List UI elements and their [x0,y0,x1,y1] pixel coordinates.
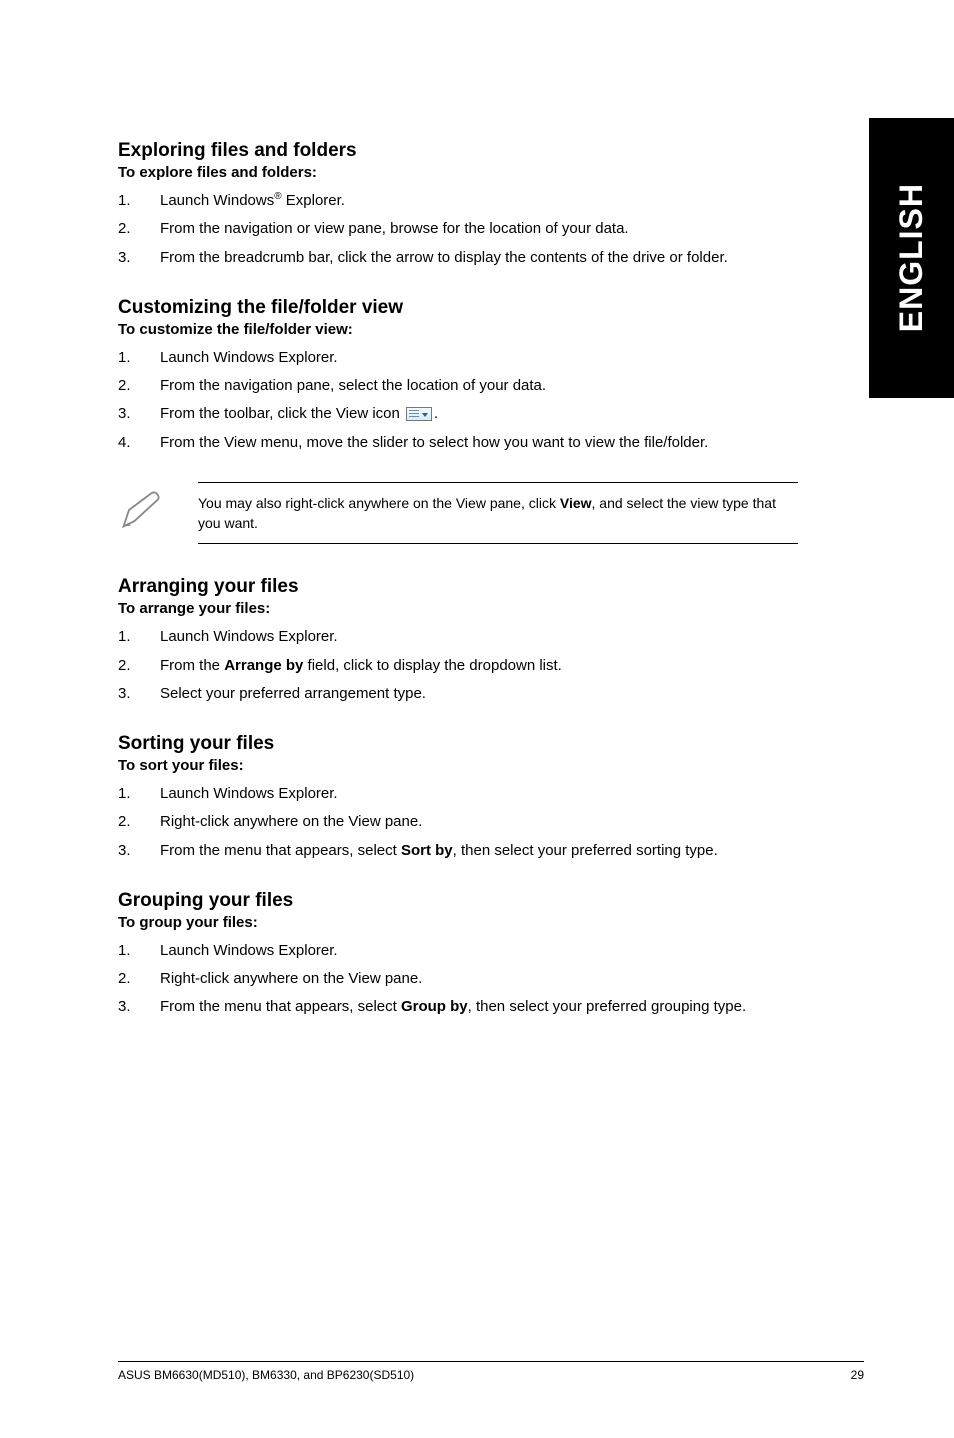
list-number: 2. [118,374,160,397]
list-text: From the toolbar, click the View icon . [160,402,798,425]
list-number: 3. [118,839,160,862]
list-text: From the menu that appears, select Sort … [160,839,798,862]
page-footer: ASUS BM6630(MD510), BM6330, and BP6230(S… [118,1361,864,1382]
pencil-icon [118,482,198,537]
section-grouping: Grouping your files To group your files:… [118,890,798,1019]
heading-customizing: Customizing the file/folder view [118,297,798,319]
footer-left: ASUS BM6630(MD510), BM6330, and BP6230(S… [118,1368,414,1382]
heading-exploring: Exploring files and folders [118,140,798,162]
list-text: From the navigation or view pane, browse… [160,217,798,240]
list-number: 1. [118,939,160,962]
list-text: From the View menu, move the slider to s… [160,431,798,454]
list-number: 2. [118,967,160,990]
section-customizing: Customizing the file/folder view To cust… [118,297,798,454]
list-number: 3. [118,402,160,425]
list-item: 1. Launch Windows® Explorer. [118,189,798,212]
subheading-sorting: To sort your files: [118,757,798,774]
list-number: 1. [118,782,160,805]
list-item: 2. Right-click anywhere on the View pane… [118,810,798,833]
subheading-exploring: To explore files and folders: [118,164,798,181]
list-customizing: 1. Launch Windows Explorer. 2. From the … [118,346,798,454]
list-number: 1. [118,625,160,648]
list-item: 2. From the Arrange by field, click to d… [118,654,798,677]
list-number: 3. [118,995,160,1018]
main-content: Exploring files and folders To explore f… [118,140,798,1019]
list-text: Launch Windows® Explorer. [160,189,798,212]
footer-page-number: 29 [851,1368,864,1382]
note-block: You may also right-click anywhere on the… [118,482,798,545]
list-number: 1. [118,189,160,212]
list-text: From the Arrange by field, click to disp… [160,654,798,677]
list-grouping: 1. Launch Windows Explorer. 2. Right-cli… [118,939,798,1019]
list-text: From the breadcrumb bar, click the arrow… [160,246,798,269]
heading-grouping: Grouping your files [118,890,798,912]
language-label: ENGLISH [893,183,930,332]
subheading-customizing: To customize the file/folder view: [118,321,798,338]
list-item: 1. Launch Windows Explorer. [118,346,798,369]
list-number: 3. [118,246,160,269]
list-item: 2. From the navigation or view pane, bro… [118,217,798,240]
list-text: Right-click anywhere on the View pane. [160,967,798,990]
section-exploring: Exploring files and folders To explore f… [118,140,798,269]
section-sorting: Sorting your files To sort your files: 1… [118,733,798,862]
list-item: 3. From the menu that appears, select So… [118,839,798,862]
list-text: Right-click anywhere on the View pane. [160,810,798,833]
heading-arranging: Arranging your files [118,576,798,598]
list-item: 1. Launch Windows Explorer. [118,782,798,805]
list-item: 3. From the toolbar, click the View icon… [118,402,798,425]
list-text: Launch Windows Explorer. [160,939,798,962]
list-item: 1. Launch Windows Explorer. [118,625,798,648]
list-item: 4. From the View menu, move the slider t… [118,431,798,454]
list-text: Launch Windows Explorer. [160,625,798,648]
note-text: You may also right-click anywhere on the… [198,482,798,545]
list-text: From the navigation pane, select the loc… [160,374,798,397]
list-item: 3. From the breadcrumb bar, click the ar… [118,246,798,269]
list-item: 3. From the menu that appears, select Gr… [118,995,798,1018]
list-text: Launch Windows Explorer. [160,346,798,369]
list-arranging: 1. Launch Windows Explorer. 2. From the … [118,625,798,705]
language-tab: ENGLISH [869,118,954,398]
list-item: 2. From the navigation pane, select the … [118,374,798,397]
list-item: 3. Select your preferred arrangement typ… [118,682,798,705]
heading-sorting: Sorting your files [118,733,798,755]
list-number: 1. [118,346,160,369]
list-exploring: 1. Launch Windows® Explorer. 2. From the… [118,189,798,269]
list-number: 2. [118,810,160,833]
view-dropdown-icon [406,407,432,421]
list-number: 4. [118,431,160,454]
list-item: 2. Right-click anywhere on the View pane… [118,967,798,990]
page: ENGLISH Exploring files and folders To e… [0,0,954,1438]
list-sorting: 1. Launch Windows Explorer. 2. Right-cli… [118,782,798,862]
list-number: 2. [118,217,160,240]
list-text: Select your preferred arrangement type. [160,682,798,705]
subheading-grouping: To group your files: [118,914,798,931]
list-text: Launch Windows Explorer. [160,782,798,805]
subheading-arranging: To arrange your files: [118,600,798,617]
list-number: 2. [118,654,160,677]
list-number: 3. [118,682,160,705]
list-item: 1. Launch Windows Explorer. [118,939,798,962]
section-arranging: Arranging your files To arrange your fil… [118,576,798,705]
list-text: From the menu that appears, select Group… [160,995,798,1018]
